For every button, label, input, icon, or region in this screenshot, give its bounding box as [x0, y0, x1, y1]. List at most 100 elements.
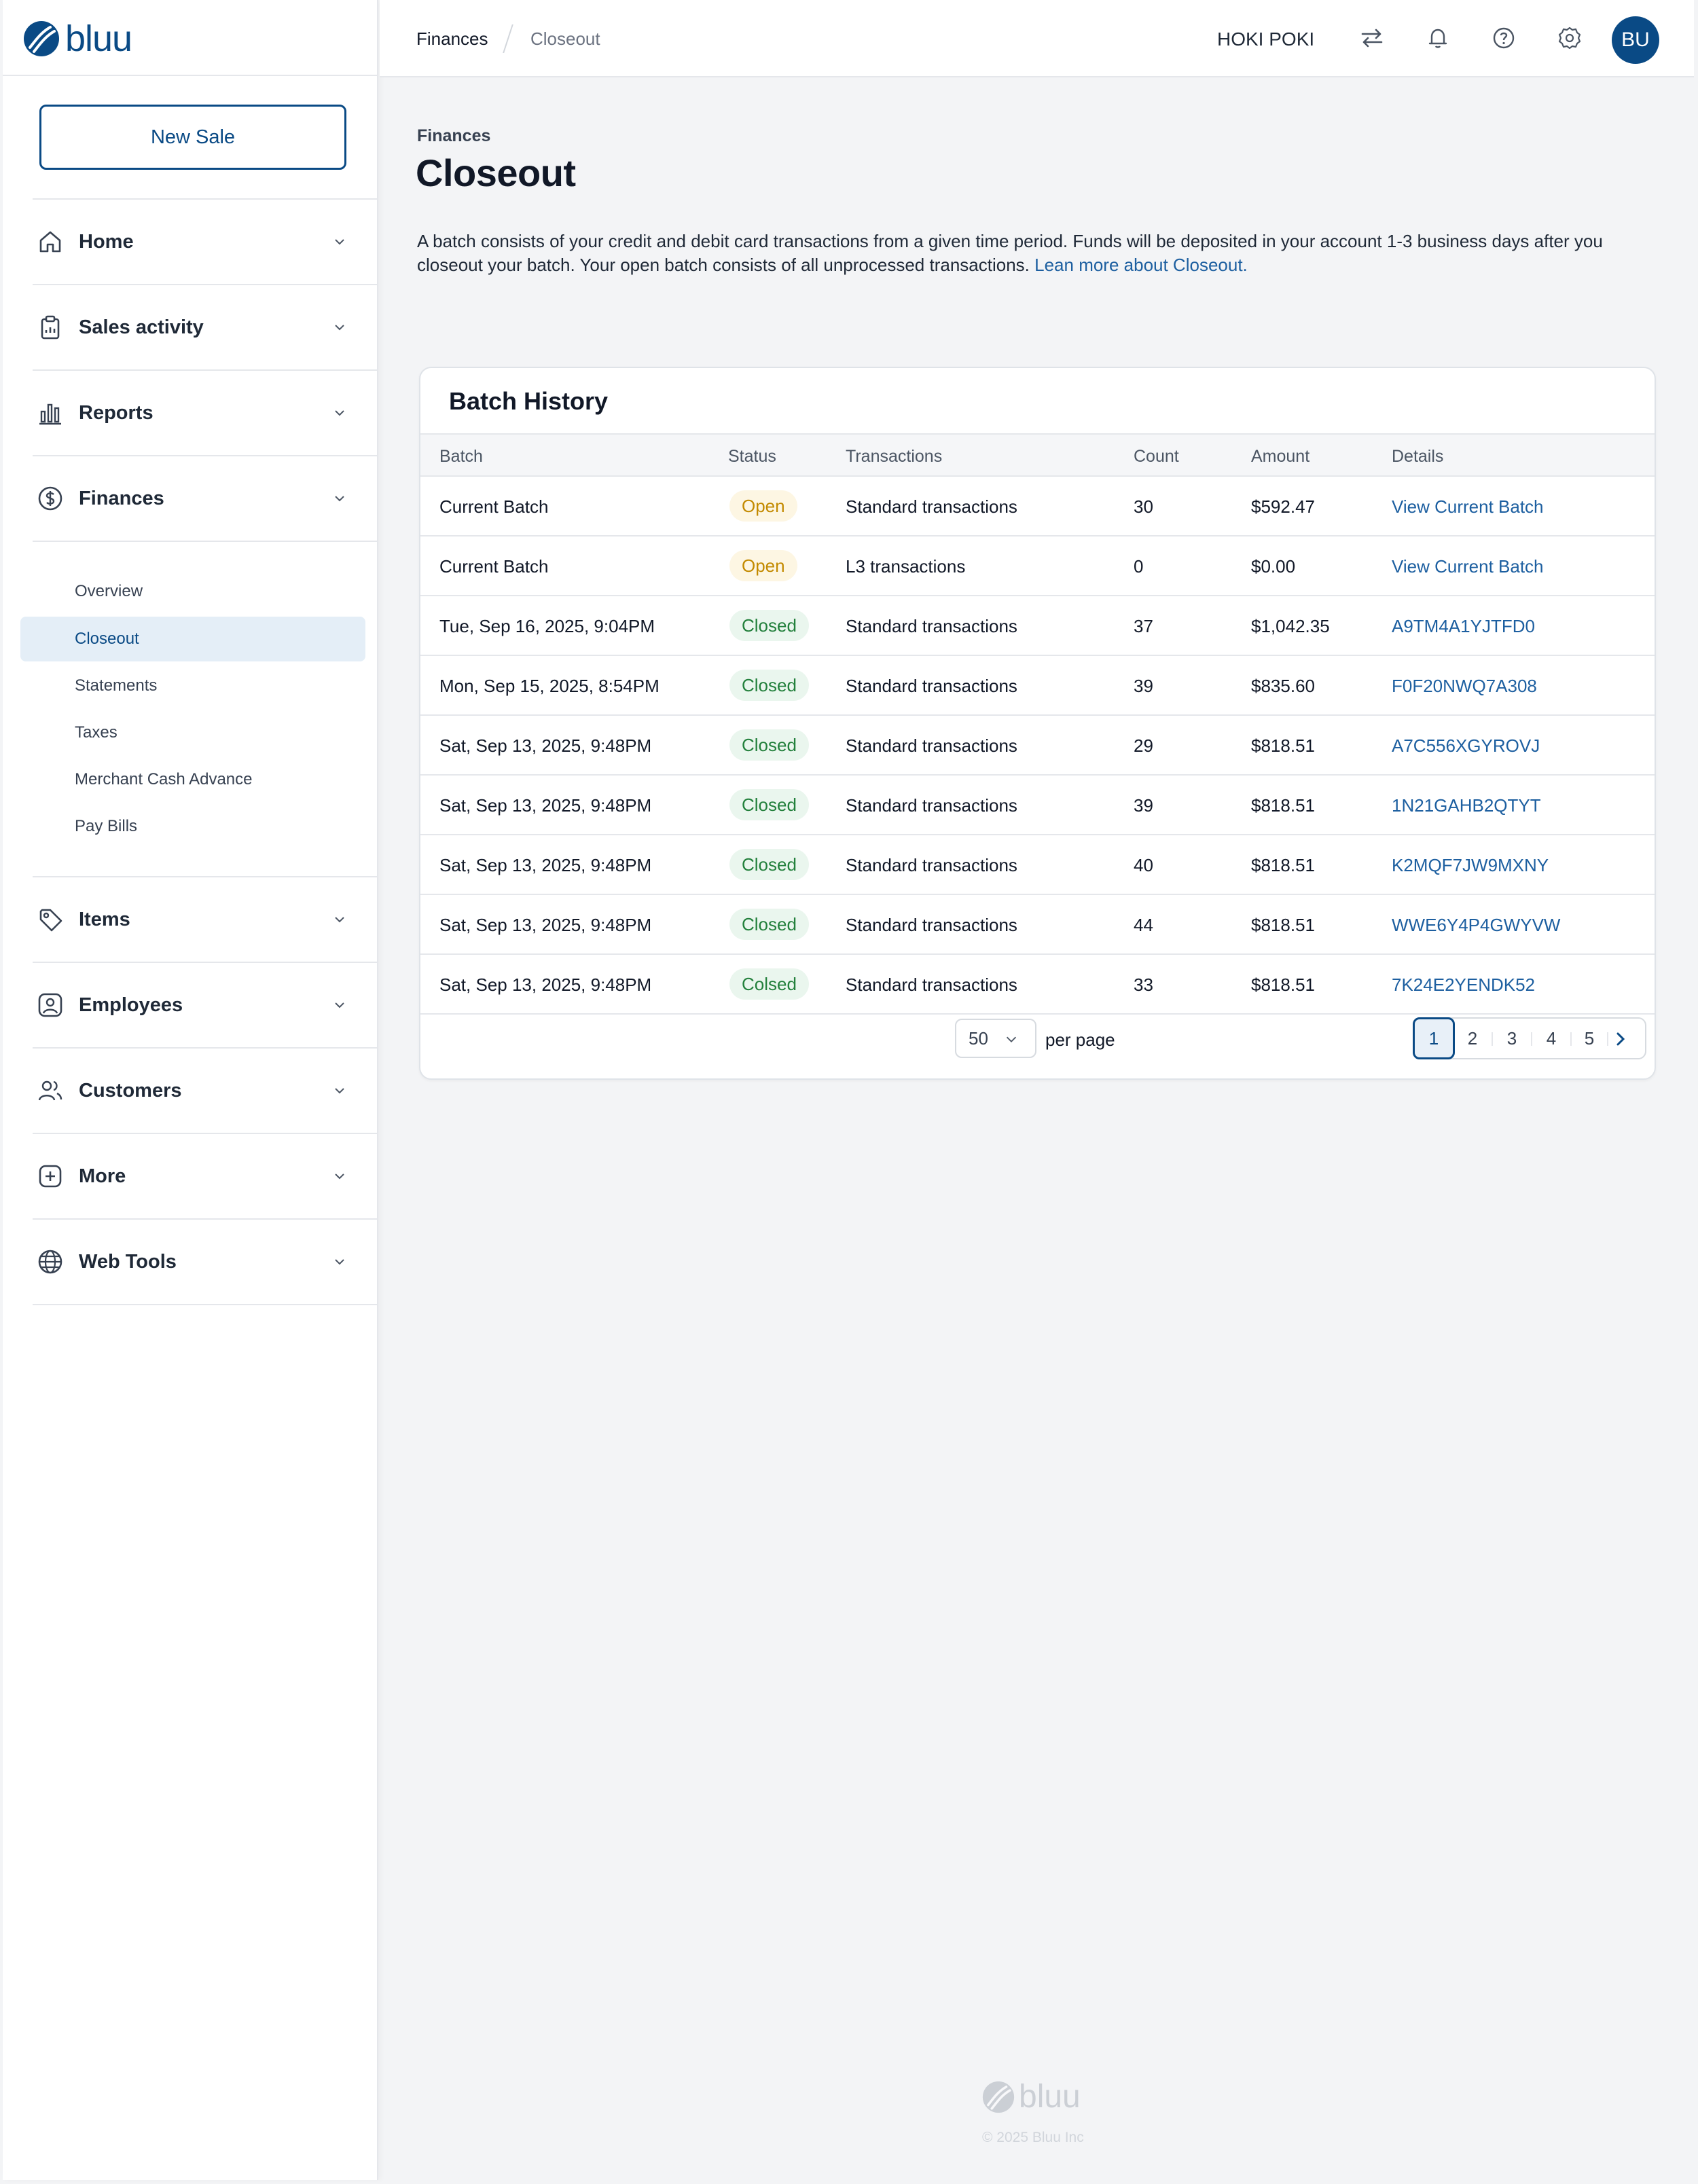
sidebar-item-reports[interactable]: Reports [33, 369, 378, 455]
page-button-2[interactable]: 2 [1453, 1019, 1492, 1058]
details-link[interactable]: F0F20NWQ7A308 [1392, 676, 1537, 697]
amount-cell: $818.51 [1251, 795, 1315, 816]
settings-gear-icon[interactable] [1556, 24, 1583, 52]
sidebar-subitem-merchant-cash-advance[interactable]: Merchant Cash Advance [20, 757, 365, 802]
sidebar-subitem-statements[interactable]: Statements [20, 663, 365, 708]
breadcrumb-current: Closeout [530, 29, 600, 49]
table-row: Current Batch Open Standard transactions… [420, 477, 1655, 536]
details-link[interactable]: A9TM4A1YJTFD0 [1392, 616, 1535, 637]
column-header-count: Count [1134, 447, 1179, 466]
page-button-5[interactable]: 5 [1570, 1019, 1608, 1058]
batch-cell: Mon, Sep 15, 2025, 8:54PM [439, 676, 660, 696]
page-button-4[interactable]: 4 [1532, 1019, 1570, 1058]
details-link[interactable]: 7K24E2YENDK52 [1392, 975, 1535, 996]
description-text: A batch consists of your credit and debi… [417, 231, 1603, 275]
breadcrumb-separator [503, 24, 513, 53]
amount-cell: $818.51 [1251, 915, 1315, 935]
chevron-down-icon [335, 1002, 344, 1008]
breadcrumb-finances[interactable]: Finances [416, 29, 488, 50]
sidebar-item-finances[interactable]: Finances [33, 455, 378, 541]
sidebar-item-home[interactable]: Home [33, 198, 378, 284]
sidebar-item-more[interactable]: More [33, 1133, 378, 1218]
sidebar-item-sales-activity[interactable]: Sales activity [33, 284, 378, 369]
per-page-select[interactable]: 50 [955, 1019, 1036, 1058]
count-cell: 40 [1134, 855, 1153, 875]
status-badge: Open [729, 490, 797, 522]
status-badge: Closed [729, 729, 809, 761]
transactions-cell: Standard transactions [846, 855, 1017, 875]
page-button-3[interactable]: 3 [1493, 1019, 1531, 1058]
details-link[interactable]: K2MQF7JW9MXNY [1392, 855, 1549, 876]
chevron-down-icon [335, 496, 344, 502]
switch-arrows-icon[interactable] [1358, 24, 1386, 52]
amount-cell: $818.51 [1251, 735, 1315, 756]
table-row: Sat, Sep 13, 2025, 9:48PM Closed Standar… [420, 835, 1655, 895]
details-link[interactable]: A7C556XGYROVJ [1392, 735, 1540, 757]
column-header-status: Status [728, 447, 776, 466]
page-description: A batch consists of your credit and debi… [417, 230, 1612, 277]
bar-chart-icon [39, 403, 61, 425]
sidebar-subitem-closeout[interactable]: Closeout [20, 617, 365, 661]
sidebar-item-web-tools[interactable]: Web Tools [33, 1218, 378, 1304]
sidebar-subitem-pay-bills[interactable]: Pay Bills [20, 804, 365, 849]
chevron-right-icon[interactable] [1610, 1028, 1631, 1050]
count-cell: 29 [1134, 735, 1153, 756]
table-header: Batch Status Transactions Count Amount D… [420, 433, 1655, 477]
learn-more-link[interactable]: Lean more about Closeout. [1034, 255, 1248, 275]
chevron-down-icon [335, 325, 344, 331]
transactions-cell: Standard transactions [846, 795, 1017, 816]
bluu-logo[interactable]: bluu [23, 20, 132, 57]
details-link[interactable]: 1N21GAHB2QTYT [1392, 795, 1541, 816]
count-cell: 33 [1134, 975, 1153, 995]
amount-cell: $818.51 [1251, 855, 1315, 875]
chevron-down-icon [335, 1259, 344, 1265]
new-sale-button[interactable]: New Sale [39, 105, 346, 170]
divider [33, 1304, 378, 1305]
avatar[interactable]: BU [1612, 16, 1659, 64]
table-row: Tue, Sep 16, 2025, 9:04PM Closed Standar… [420, 596, 1655, 656]
table-row: Sat, Sep 13, 2025, 9:48PM Closed Standar… [420, 776, 1655, 835]
batch-cell: Current Batch [439, 556, 549, 577]
chevron-down-icon [335, 1088, 344, 1094]
amount-cell: $0.00 [1251, 556, 1296, 577]
transactions-cell: L3 transactions [846, 556, 966, 577]
details-link[interactable]: View Current Batch [1392, 556, 1544, 577]
batch-cell: Current Batch [439, 496, 549, 517]
count-cell: 39 [1134, 795, 1153, 816]
column-header-transactions: Transactions [846, 447, 943, 466]
count-cell: 30 [1134, 496, 1153, 517]
chevron-down-icon [335, 239, 344, 245]
table-row: Sat, Sep 13, 2025, 9:48PM Colsed Standar… [420, 955, 1655, 1015]
batch-cell: Sat, Sep 13, 2025, 9:48PM [439, 915, 652, 935]
page-title: Closeout [416, 151, 576, 194]
pagination-bar: 50 per page 1 2 3 4 5 [420, 1006, 1655, 1078]
bell-icon[interactable] [1424, 24, 1451, 52]
merchant-name[interactable]: HOKI POKI [1217, 29, 1314, 50]
footer-logo: bluu [982, 2081, 1081, 2113]
dollar-circle-icon [38, 486, 62, 511]
details-link[interactable]: WWE6Y4P4GWYVW [1392, 915, 1560, 936]
batch-cell: Tue, Sep 16, 2025, 9:04PM [439, 616, 655, 636]
page-button-1[interactable]: 1 [1413, 1017, 1455, 1059]
sidebar-subitem-taxes[interactable]: Taxes [20, 710, 365, 755]
sidebar-item-label: Reports [79, 401, 153, 424]
status-badge: Closed [729, 849, 809, 880]
details-link[interactable]: View Current Batch [1392, 496, 1544, 517]
help-icon[interactable] [1490, 24, 1517, 52]
sidebar-item-employees[interactable]: Employees [33, 962, 378, 1047]
transactions-cell: Standard transactions [846, 676, 1017, 696]
sidebar-item-items[interactable]: Items [33, 876, 378, 962]
sidebar: bluu New Sale Home Sales activity Report… [3, 0, 378, 2180]
transactions-cell: Standard transactions [846, 496, 1017, 517]
status-badge: Closed [729, 610, 809, 641]
sidebar-item-customers[interactable]: Customers [33, 1047, 378, 1133]
status-badge: Closed [729, 789, 809, 820]
clipboard-icon [41, 315, 60, 340]
card-title: Batch History [449, 387, 609, 415]
sidebar-item-label: Finances [79, 487, 164, 509]
logo-text: bluu [65, 18, 132, 59]
sidebar-subitem-overview[interactable]: Overview [20, 569, 365, 614]
tag-icon [39, 909, 62, 932]
status-badge: Open [729, 550, 797, 581]
plus-square-icon [39, 1165, 62, 1188]
